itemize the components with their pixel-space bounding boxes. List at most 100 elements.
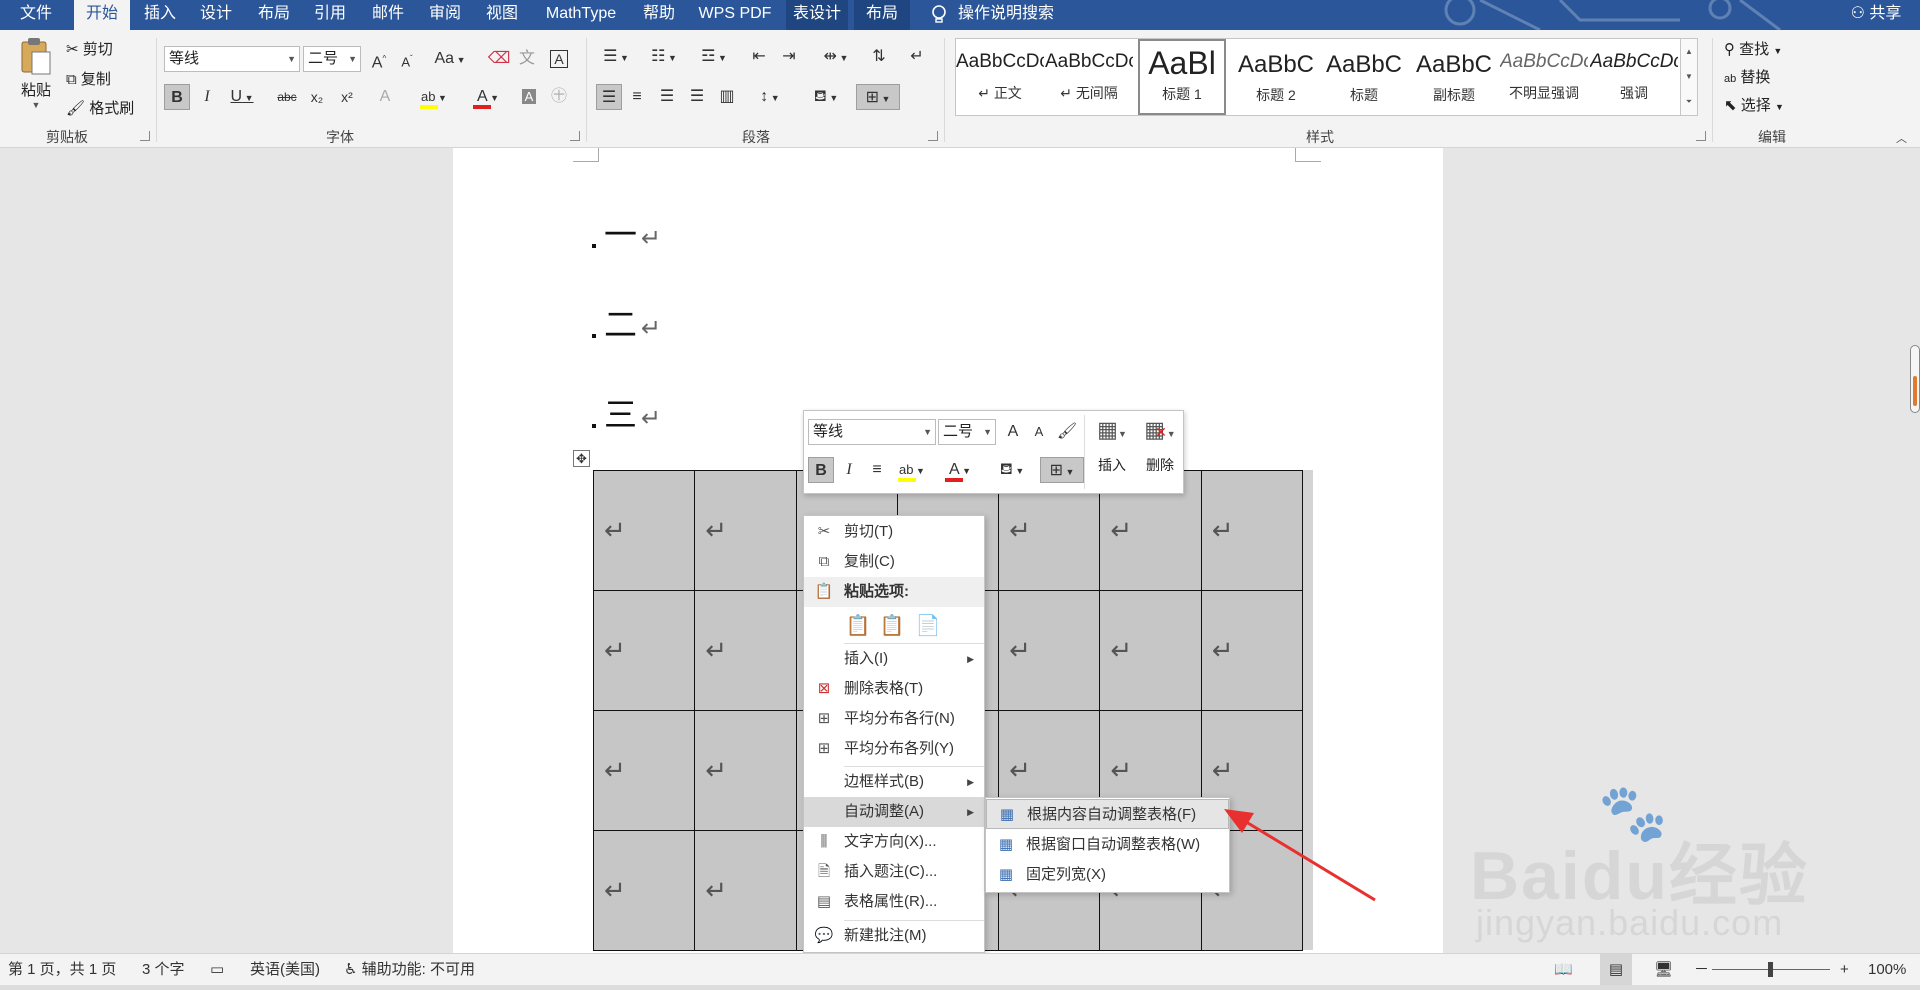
collapse-ribbon-icon[interactable]: ︿ (1896, 130, 1907, 146)
tab-mathtype[interactable]: MathType (536, 0, 626, 30)
style-heading-1[interactable]: AaBl 标题 1 (1138, 39, 1226, 115)
grow-font-icon[interactable]: A (1000, 419, 1026, 445)
find-button[interactable]: ⚲ 查找 ▼ (1724, 38, 1782, 59)
page-count[interactable]: 第 1 页，共 1 页 (8, 954, 116, 986)
tab-review[interactable]: 审阅 (421, 0, 469, 30)
table-cell[interactable]: ↵ (1200, 470, 1304, 591)
mini-bold-button[interactable]: B (808, 457, 834, 483)
distributed-icon[interactable]: ▥ (714, 84, 740, 110)
read-mode-icon[interactable]: 📖 (1554, 954, 1573, 986)
increase-indent-icon[interactable]: ⇥ (776, 44, 802, 70)
align-left-icon[interactable]: ☰ (596, 84, 622, 110)
menu-insert[interactable]: 插入(I) ▶ (804, 644, 984, 674)
mini-highlight-button[interactable]: ab ▼ (892, 457, 932, 483)
mini-borders-button[interactable]: ⊞ ▼ (1040, 457, 1084, 483)
proofing-icon[interactable]: ▭ (210, 954, 224, 986)
line-spacing-button[interactable]: ↕ ▼ (750, 84, 790, 110)
submenu-autofit-contents[interactable]: ▦ 根据内容自动调整表格(F) (986, 799, 1229, 829)
underline-button[interactable]: U ▼ (224, 84, 260, 110)
font-color-button[interactable]: A ▼ (468, 84, 508, 110)
subscript-button[interactable]: x₂ (304, 84, 330, 110)
menu-copy[interactable]: ⧉ 复制(C) (804, 547, 984, 577)
tab-home[interactable]: 开始 (74, 0, 130, 30)
menu-text-direction[interactable]: ⫼ 文字方向(X)... (804, 827, 984, 857)
share-button[interactable]: ⚇ 共享 (1836, 0, 1916, 30)
table-cell[interactable]: ↵ (998, 590, 1101, 711)
strikethrough-button[interactable]: abc (272, 84, 302, 110)
table-move-handle[interactable]: ✥ (573, 450, 590, 467)
tab-help[interactable]: 帮助 (636, 0, 682, 30)
show-marks-icon[interactable]: ↵ (904, 44, 930, 70)
italic-button[interactable]: I (194, 84, 220, 110)
web-layout-icon[interactable]: 🖥 (1654, 954, 1673, 986)
grow-font-button[interactable]: A^ (366, 46, 392, 72)
mini-font-color-button[interactable]: A ▼ (940, 457, 980, 483)
paragraph-two[interactable]: 二 ↵ (592, 298, 661, 346)
table-cell[interactable]: ↵ (592, 590, 696, 711)
style-title[interactable]: AaBbC 标题 (1320, 39, 1408, 115)
text-effects-icon[interactable]: A (372, 84, 398, 110)
language-indicator[interactable]: 英语(美国) (250, 954, 320, 986)
submenu-fixed-column-width[interactable]: ▦ 固定列宽(X) (986, 860, 1229, 890)
paste-button[interactable]: 粘贴 ▼ (14, 36, 58, 120)
style-no-spacing[interactable]: AaBbCcDc ↵ 无间隔 (1045, 39, 1133, 115)
superscript-button[interactable]: x² (334, 84, 360, 110)
borders-button[interactable]: ⊞ ▼ (856, 84, 900, 110)
font-name-combo[interactable]: 等线 ▼ (164, 46, 300, 72)
menu-insert-caption[interactable]: 🗎 插入题注(C)... (804, 857, 984, 887)
tab-table-design[interactable]: 表设计 (786, 0, 848, 30)
tab-insert[interactable]: 插入 (136, 0, 184, 30)
shrink-font-button[interactable]: Aˇ (394, 46, 420, 72)
zoom-slider-thumb[interactable] (1768, 962, 1773, 977)
select-button[interactable]: ⬉ 选择 ▼ (1724, 94, 1784, 115)
paragraph-three[interactable]: 三 ↵ (592, 388, 661, 436)
zoom-level[interactable]: 100% (1868, 954, 1906, 986)
zoom-in-button[interactable]: + (1840, 954, 1849, 986)
table-cell[interactable]: ↵ (592, 470, 696, 591)
table-cell[interactable]: ↵ (694, 590, 797, 711)
styles-gallery-scroll[interactable]: ▲ ▼ ⏷ (1680, 38, 1698, 116)
menu-delete-table[interactable]: ⊠ 删除表格(T) (804, 674, 984, 704)
paragraph-dialog-launcher[interactable] (928, 131, 938, 141)
tell-me-search[interactable]: 操作说明搜索 (958, 0, 1078, 30)
decrease-indent-icon[interactable]: ⇤ (746, 44, 772, 70)
highlight-button[interactable]: ab ▼ (414, 84, 454, 110)
tab-table-layout[interactable]: 布局 (854, 0, 910, 30)
menu-border-styles[interactable]: 边框样式(B) ▶ (804, 767, 984, 797)
mini-font-size-combo[interactable]: 二号 ▼ (938, 419, 996, 445)
mini-italic-button[interactable]: I (836, 457, 862, 483)
clipboard-dialog-launcher[interactable] (140, 131, 150, 141)
change-case-button[interactable]: Aa ▼ (430, 46, 470, 72)
tab-file[interactable]: 文件 (6, 0, 66, 30)
multilevel-list-button[interactable]: ☲ ▼ (694, 44, 734, 70)
phonetic-guide-icon[interactable]: 文 (514, 46, 540, 72)
format-painter-icon[interactable]: 🖌 (1054, 419, 1080, 445)
format-painter-button[interactable]: 🖌 格式刷 (66, 97, 134, 118)
paste-text-only-icon[interactable]: 📄 (914, 612, 942, 640)
align-center-icon[interactable]: ≡ (624, 84, 650, 110)
shading-button[interactable]: ⛾ ▼ (806, 84, 846, 110)
shrink-font-icon[interactable]: A (1026, 419, 1052, 445)
mini-delete-button[interactable]: ▦✕▼ 删除 (1138, 417, 1182, 489)
paste-merge-format-icon[interactable]: 📋 (878, 612, 906, 640)
numbering-button[interactable]: ☷ ▼ (644, 44, 684, 70)
enclose-characters-icon[interactable]: ㊉ (546, 84, 572, 110)
menu-table-properties[interactable]: ▤ 表格属性(R)... (804, 887, 984, 917)
table-cell[interactable]: ↵ (694, 470, 797, 591)
font-dialog-launcher[interactable] (570, 131, 580, 141)
style-heading-2[interactable]: AaBbC 标题 2 (1232, 39, 1320, 115)
mini-insert-button[interactable]: ▦▼ 插入 (1090, 417, 1134, 489)
table-cell[interactable]: ↵ (694, 830, 797, 951)
mini-shading-button[interactable]: ⛾ ▼ (992, 457, 1032, 483)
print-layout-icon[interactable]: ▤ (1600, 954, 1632, 986)
align-right-icon[interactable]: ☰ (654, 84, 680, 110)
replace-button[interactable]: ab 替换 (1724, 66, 1770, 87)
mini-center-icon[interactable]: ≡ (864, 457, 890, 483)
copy-button[interactable]: ⧉ 复制 (66, 68, 111, 89)
style-subtitle[interactable]: AaBbC 副标题 (1410, 39, 1498, 115)
character-border-icon[interactable]: A (546, 46, 572, 72)
table-cell[interactable]: ↵ (592, 710, 696, 831)
vertical-scrollbar-thumb[interactable] (1910, 345, 1920, 413)
style-normal[interactable]: AaBbCcDc ↵ 正文 (956, 39, 1044, 115)
tab-references[interactable]: 引用 (306, 0, 354, 30)
